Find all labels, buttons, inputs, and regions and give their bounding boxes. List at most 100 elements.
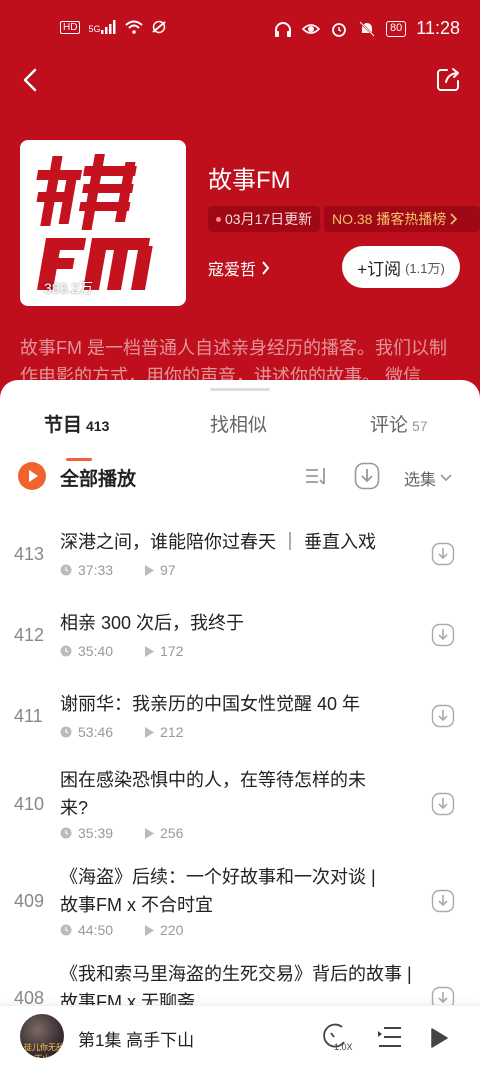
episode-title: 相亲 300 次后，我终于 (60, 613, 245, 633)
chevron-right-icon (450, 213, 458, 225)
podcast-title: 故事FM (208, 167, 291, 194)
eye-icon (302, 23, 321, 34)
cover-logo-art (32, 148, 174, 298)
playlist-icon[interactable] (378, 1026, 402, 1048)
episode-plays: 212 (160, 724, 184, 740)
play-all-row: 全部播放 选集 (0, 458, 480, 498)
thumbnail-caption: 徒儿你无敌了 下山去吧 (24, 1043, 64, 1058)
download-all-icon[interactable] (354, 462, 380, 490)
episode-number: 413 (14, 544, 45, 564)
download-icon[interactable] (431, 792, 455, 816)
tab-episodes[interactable]: 节目 413 (44, 410, 109, 437)
clock-icon (60, 924, 72, 936)
sort-icon[interactable] (304, 464, 330, 488)
play-count-icon (145, 924, 155, 936)
tab-similar-label: 找相似 (210, 415, 268, 436)
wifi-icon (125, 20, 144, 34)
play-count-icon (145, 645, 155, 657)
signal-indicator: 5G (88, 20, 117, 34)
tab-comments[interactable]: 评论 57 (370, 410, 428, 437)
alarm-icon (332, 22, 346, 37)
episode-title: 困在感染恐惧中的人，在等待怎样的未来? (60, 770, 366, 818)
share-button[interactable] (432, 64, 464, 96)
now-playing-title[interactable]: 第1集 高手下山 (78, 1026, 194, 1051)
episode-duration: 53:46 (78, 724, 114, 740)
update-dot-icon (216, 216, 221, 222)
clock-icon (60, 726, 72, 738)
play-all-icon[interactable] (18, 462, 46, 490)
tab-episodes-label: 节目 (44, 415, 83, 436)
mini-player[interactable]: 徒儿你无敌了 下山去吧 第1集 高手下山 1.0X (0, 1005, 480, 1067)
episode-meta: 35:40 172 (60, 643, 183, 659)
episode-duration: 35:40 (78, 643, 114, 659)
episode-duration: 37:33 (78, 562, 114, 578)
author-name: 寇爱哲 (208, 262, 257, 279)
episode-title: 《海盗》后续：一个好故事和一次对谈 | 故事FM x 不合时宜 (60, 867, 376, 915)
headphones-icon (275, 21, 292, 37)
status-time: 11:28 (416, 18, 460, 38)
update-date: 03月17日更新 (225, 211, 313, 227)
cover-play-count: 383.2万 (28, 278, 93, 298)
play-all-button[interactable]: 全部播放 (60, 464, 136, 491)
subscribe-button[interactable]: +订阅 (1.1万) (342, 246, 460, 288)
episode-plays: 97 (160, 562, 176, 578)
rank-badge[interactable]: NO.38 播客热播榜 (324, 206, 480, 232)
tab-comments-label: 评论 (370, 415, 409, 436)
chevron-down-icon (440, 474, 452, 482)
episode-title: 谢丽华：我亲历的中国女性觉醒 40 年 (60, 694, 361, 714)
author-link[interactable]: 寇爱哲 (208, 256, 270, 280)
battery-indicator: 80 (386, 20, 407, 37)
select-episodes-button[interactable]: 选集 (404, 466, 452, 490)
clock-icon (60, 645, 72, 657)
play-count-icon (145, 827, 155, 839)
episode-number: 410 (14, 794, 45, 814)
podcast-header: HD 5G 80 11:28 383.2万 故事FM 03月17日更新 NO.3… (0, 0, 480, 420)
episode-plays: 172 (160, 643, 184, 659)
episode-duration: 35:39 (78, 825, 114, 841)
download-icon[interactable] (431, 889, 455, 913)
episode-plays: 256 (160, 825, 184, 841)
episode-meta: 37:33 97 (60, 562, 176, 578)
rank-label: NO.38 播客热播榜 (332, 211, 447, 227)
play-count-icon (145, 726, 155, 738)
play-count-icon (28, 282, 38, 294)
tab-comments-count: 57 (412, 418, 428, 434)
play-icon[interactable] (430, 1028, 448, 1048)
status-right: 80 11:28 (274, 18, 460, 39)
drag-handle[interactable] (210, 388, 270, 391)
tab-similar[interactable]: 找相似 (210, 410, 267, 437)
episode-title: 深港之间，谁能陪你过春天 ｜ 垂直入戏 (60, 532, 377, 552)
tab-episodes-count: 413 (86, 418, 110, 434)
now-playing-thumbnail[interactable]: 徒儿你无敌了 下山去吧 (20, 1014, 64, 1058)
back-button[interactable] (14, 64, 46, 96)
episode-number: 409 (14, 891, 45, 911)
status-left: HD 5G (60, 20, 167, 34)
subscribe-label: +订阅 (357, 259, 402, 279)
playback-speed-button[interactable]: 1.0X (320, 1022, 354, 1054)
hd-indicator: HD (60, 20, 81, 34)
playback-speed-value: 1.0X (334, 1042, 353, 1052)
episode-number: 411 (14, 706, 43, 726)
subscriber-count: (1.1万) (405, 260, 445, 276)
download-icon[interactable] (431, 542, 455, 566)
episode-meta: 35:39 256 (60, 825, 183, 841)
clock-icon (60, 564, 72, 576)
episode-meta: 53:46 212 (60, 724, 183, 740)
back-arrow-icon (23, 68, 37, 92)
download-icon[interactable] (431, 704, 455, 728)
play-count-icon (145, 564, 155, 576)
signal-label: 5G (88, 24, 101, 34)
episode-number: 412 (14, 625, 45, 645)
signal-icon (101, 20, 116, 34)
download-icon[interactable] (431, 623, 455, 647)
share-icon (437, 68, 459, 91)
cover-play-count-value: 383.2万 (44, 280, 94, 296)
mute-bell-icon (359, 20, 375, 37)
chevron-right-icon (262, 261, 270, 275)
clock-icon (60, 827, 72, 839)
episode-plays: 220 (160, 922, 184, 938)
update-badge: 03月17日更新 (208, 206, 321, 232)
status-bar: HD 5G 80 11:28 (0, 0, 480, 60)
select-episodes-label: 选集 (404, 472, 437, 489)
podcast-cover[interactable]: 383.2万 (20, 140, 186, 306)
